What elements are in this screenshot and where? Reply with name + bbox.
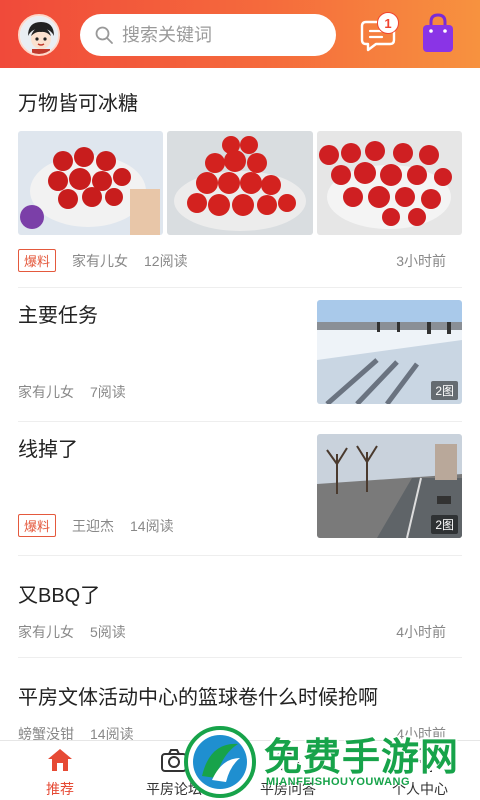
top-header: 1 <box>0 0 480 68</box>
feed-item[interactable]: 主要任务 2图 家有儿女 7阅读 <box>18 288 462 422</box>
feed-item-title: 线掉了 <box>18 439 78 461</box>
shopping-bag-icon[interactable] <box>420 12 456 54</box>
hot-tag: 爆料 <box>18 514 57 537</box>
feed-item-meta: 爆料 王迎杰 14阅读 <box>18 514 190 537</box>
feed-item[interactable]: 又BBQ了 家有儿女 5阅读 4小时前 <box>18 556 462 658</box>
message-count-badge: 1 <box>377 12 399 34</box>
photo-count-badge: 2图 <box>431 381 458 400</box>
feed-image[interactable]: 2图 <box>317 300 462 404</box>
search-input[interactable] <box>122 24 322 46</box>
author-name[interactable]: 家有儿女 <box>18 622 74 642</box>
read-count: 5阅读 <box>90 624 126 640</box>
read-count: 14阅读 <box>90 726 134 740</box>
feed-image[interactable]: 2图 <box>317 434 462 538</box>
feed-item-meta: 爆料 家有儿女 12阅读 3小时前 <box>18 249 462 272</box>
home-icon <box>48 749 72 771</box>
read-count: 14阅读 <box>130 517 174 534</box>
feed-image[interactable] <box>18 131 163 235</box>
post-time: 3小时前 <box>396 252 446 269</box>
watermark-subtext: MIANFEISHOUYOUWANG <box>266 776 411 788</box>
feed-image[interactable] <box>167 131 313 235</box>
avatar[interactable] <box>18 14 60 56</box>
feed-item-title: 平房文体活动中心的篮球卷什么时候抢啊 <box>18 687 378 709</box>
hot-tag: 爆料 <box>18 249 57 272</box>
site-watermark: 免费手游网 MIANFEISHOUYOUWANG <box>180 722 480 800</box>
nav-item-recommend[interactable]: 推荐 <box>12 741 108 800</box>
candied-fruit-photo <box>167 131 313 235</box>
app-screen: 1 万物皆可冰糖 <box>0 0 480 800</box>
feed-item-title: 又BBQ了 <box>18 585 101 607</box>
post-time: 4小时前 <box>396 624 446 640</box>
feed-item[interactable]: 万物皆可冰糖 爆料 家有儿女 12阅读 3小时前 <box>18 68 462 288</box>
search-icon <box>95 26 113 44</box>
feed-item-meta: 家有儿女 5阅读 4小时前 <box>18 622 462 642</box>
read-count: 7阅读 <box>90 384 126 400</box>
avatar-cartoon-icon <box>20 16 58 54</box>
search-bar[interactable] <box>80 14 336 56</box>
watermark-logo-icon <box>184 726 256 798</box>
candied-fruit-photo <box>18 131 163 235</box>
watermark-text: 免费手游网 <box>264 735 460 779</box>
author-name[interactable]: 家有儿女 <box>72 251 128 271</box>
feed-item-meta: 家有儿女 7阅读 <box>18 382 142 402</box>
news-feed[interactable]: 万物皆可冰糖 爆料 家有儿女 12阅读 3小时前 主要任务 2图 家有儿女 7阅… <box>0 68 480 740</box>
nav-label: 推荐 <box>46 781 74 797</box>
feed-item[interactable]: 线掉了 2图 爆料 王迎杰 14阅读 <box>18 422 462 556</box>
author-name[interactable]: 王迎杰 <box>72 516 114 536</box>
author-name[interactable]: 螃蟹没钳 <box>18 724 74 740</box>
read-count: 12阅读 <box>144 252 188 269</box>
author-name[interactable]: 家有儿女 <box>18 382 74 402</box>
photo-count-badge: 2图 <box>431 515 458 534</box>
feed-item-title: 万物皆可冰糖 <box>18 93 138 115</box>
candied-fruit-photo <box>317 131 462 235</box>
feed-item-title: 主要任务 <box>18 305 98 327</box>
feed-image[interactable] <box>317 131 462 235</box>
